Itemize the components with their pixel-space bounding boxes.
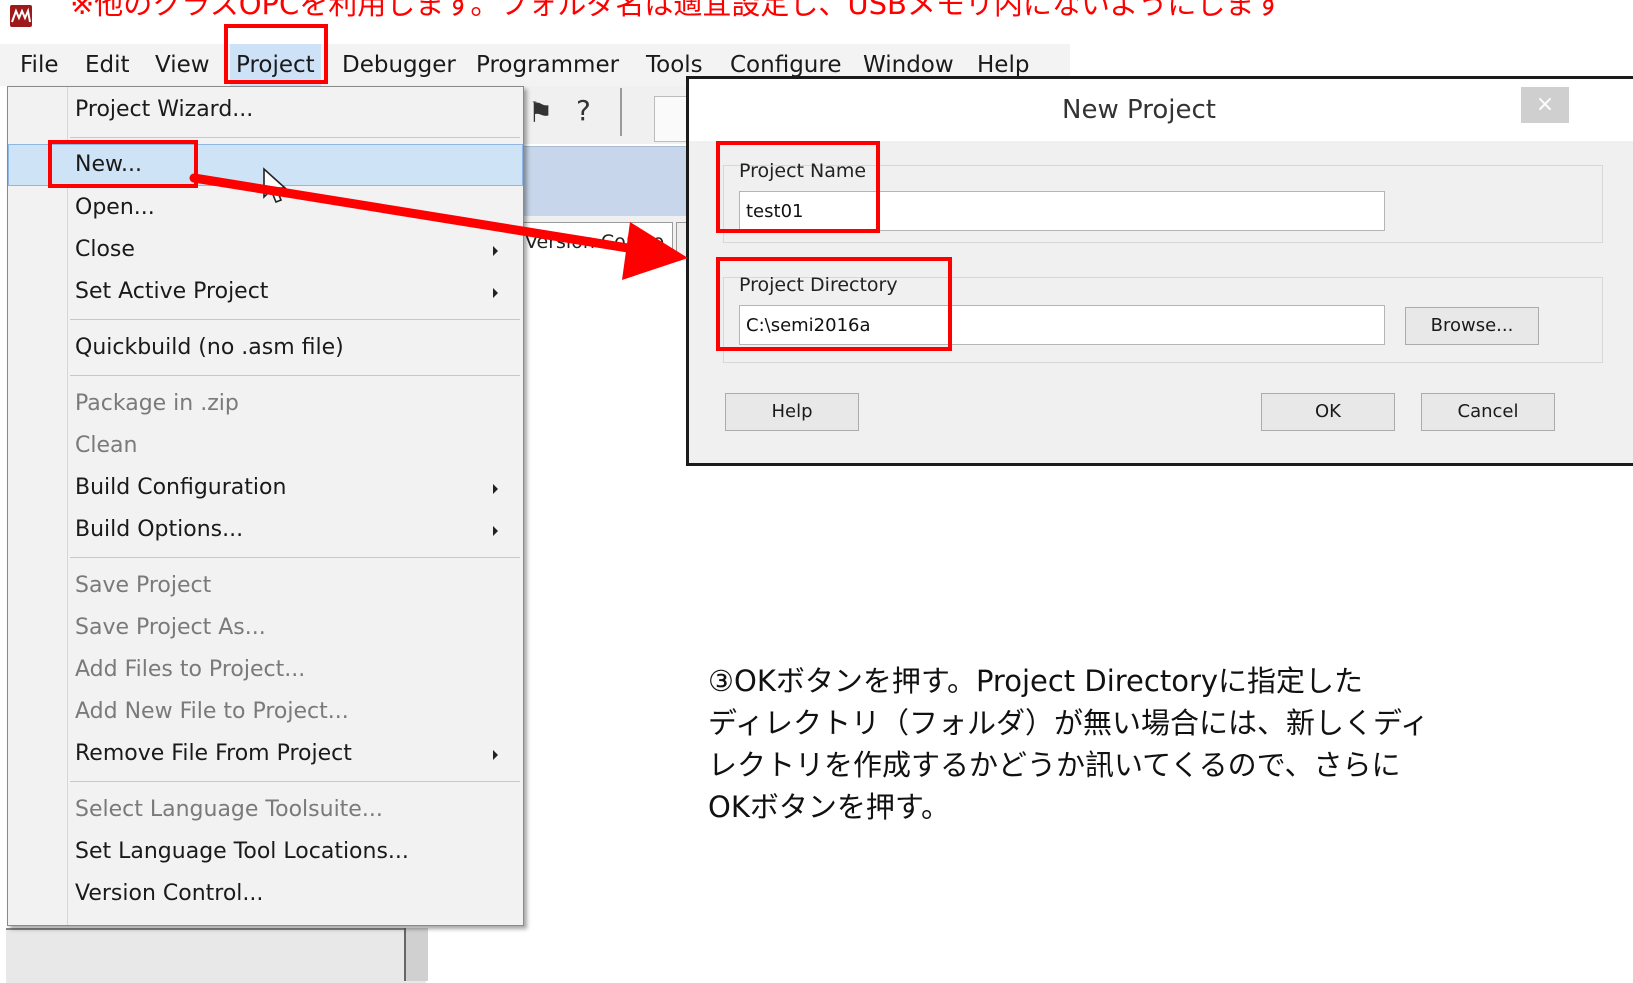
instruction-line: ③OKボタンを押す。Project Directoryに指定した bbox=[708, 664, 1364, 698]
page: ※他のクラスOPCを利用します。フォルダ名は適宜設定し、USBメモリ内にないよう… bbox=[0, 0, 1633, 983]
arrow-head-icon bbox=[622, 222, 688, 280]
instruction-line: OKボタンを押す。 bbox=[708, 790, 950, 824]
instruction-line: レクトリを作成するかどうか訊いてくるので、さらに bbox=[708, 748, 1401, 782]
instruction-text: ③OKボタンを押す。Project Directoryに指定した ディレクトリ（… bbox=[708, 660, 1633, 828]
instruction-line: ディレクトリ（フォルダ）が無い場合には、新しくディ bbox=[708, 706, 1429, 740]
arrow-shaft bbox=[189, 173, 645, 255]
annotation-arrow bbox=[189, 173, 688, 280]
